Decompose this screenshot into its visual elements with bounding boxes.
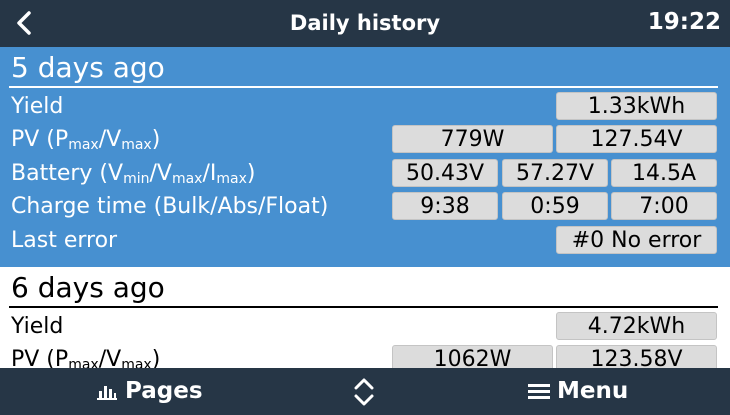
pv-voltage-value: 123.58V	[556, 345, 717, 368]
day-title: 5 days ago	[11, 51, 165, 84]
divider	[9, 306, 718, 308]
pages-label: Pages	[125, 378, 203, 404]
battery-vmin-value: 50.43V	[392, 159, 498, 187]
pv-power-value: 1062W	[392, 345, 553, 368]
top-bar: Daily history 19:22	[0, 0, 730, 47]
yield-label: Yield	[11, 94, 64, 119]
last-error-row: Last error #0 No error	[0, 225, 730, 255]
pv-power-value: 779W	[392, 125, 553, 153]
pv-voltage-value: 127.54V	[556, 125, 717, 153]
battery-row: Battery (Vmin/Vmax/Imax) 50.43V 57.27V 1…	[0, 158, 730, 188]
history-list[interactable]: 5 days ago Yield 1.33kWh PV (Pmax/Vmax) …	[0, 47, 730, 368]
absorption-time-value: 0:59	[502, 192, 608, 220]
battery-vmax-value: 57.27V	[502, 159, 608, 187]
day-entry[interactable]: 6 days ago Yield 4.72kWh PV (Pmax/Vmax) …	[0, 267, 730, 368]
pv-label: PV (Pmax/Vmax)	[11, 127, 161, 153]
battery-label: Battery (Vmin/Vmax/Imax)	[11, 161, 256, 187]
clock: 19:22	[647, 9, 721, 35]
float-time-value: 7:00	[611, 192, 717, 220]
bar-chart-icon	[97, 386, 117, 400]
pv-label: PV (Pmax/Vmax)	[11, 347, 161, 368]
yield-value: 4.72kWh	[556, 312, 717, 340]
last-error-label: Last error	[11, 228, 118, 253]
menu-button[interactable]: Menu	[528, 378, 628, 404]
pages-button[interactable]: Pages	[96, 378, 203, 404]
day-title: 6 days ago	[11, 271, 165, 304]
pv-row: PV (Pmax/Vmax) 1062W 123.58V	[0, 344, 730, 368]
hamburger-icon	[528, 384, 550, 399]
bottom-bar: Pages Menu	[0, 368, 730, 415]
divider	[9, 86, 718, 88]
yield-label: Yield	[11, 314, 64, 339]
bulk-time-value: 9:38	[392, 192, 498, 220]
up-down-chevron-icon[interactable]	[352, 376, 376, 408]
day-entry-selected[interactable]: 5 days ago Yield 1.33kWh PV (Pmax/Vmax) …	[0, 47, 730, 267]
charge-time-row: Charge time (Bulk/Abs/Float) 9:38 0:59 7…	[0, 191, 730, 221]
yield-row: Yield 1.33kWh	[0, 91, 730, 121]
menu-label: Menu	[557, 378, 629, 404]
page-title: Daily history	[289, 11, 441, 35]
charge-time-label: Charge time (Bulk/Abs/Float)	[11, 194, 329, 219]
pv-row: PV (Pmax/Vmax) 779W 127.54V	[0, 124, 730, 154]
battery-imax-value: 14.5A	[611, 159, 717, 187]
yield-row: Yield 4.72kWh	[0, 311, 730, 341]
last-error-value: #0 No error	[556, 226, 717, 254]
yield-value: 1.33kWh	[556, 92, 717, 120]
